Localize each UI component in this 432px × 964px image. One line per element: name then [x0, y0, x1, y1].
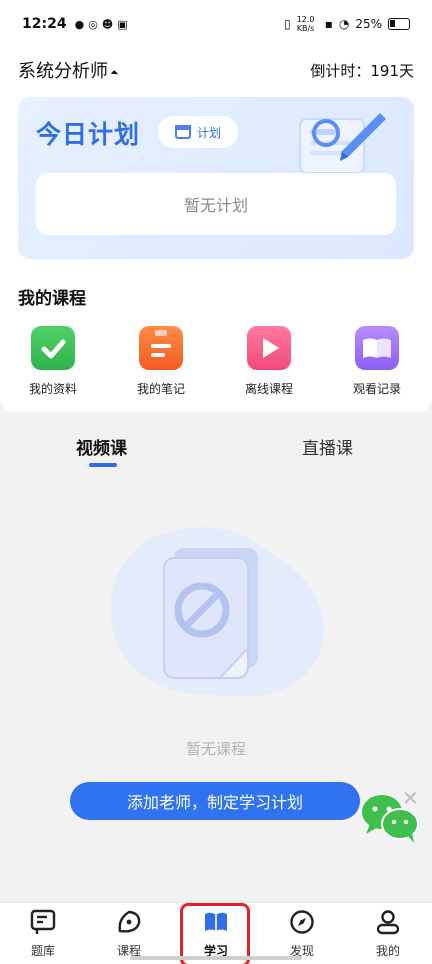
plan-illustration-icon — [299, 113, 386, 174]
bottom-nav: 题库 课程 学习 发现 我的 — [0, 902, 432, 964]
home-indicator — [130, 956, 302, 960]
header: 系统分析师 倒计时：191天 — [18, 56, 414, 84]
shortcut-label: 离线课程 — [244, 382, 293, 396]
nav-label: 题库 — [30, 944, 55, 958]
check-document-icon — [31, 326, 75, 370]
profile-icon — [376, 910, 400, 935]
calendar-icon — [174, 125, 191, 139]
shortcut-offline-courses[interactable]: 离线课程 — [224, 326, 314, 397]
nav-item-question-bank[interactable]: 题库 — [3, 909, 83, 959]
app-notification-icon: ● — [74, 17, 85, 31]
emoji-notification-icon: ☻ — [101, 17, 114, 31]
shortcut-label: 观看记录 — [352, 382, 401, 396]
tab-live-courses[interactable]: 直播课 — [302, 434, 353, 459]
active-tab-highlight — [180, 903, 250, 964]
empty-courses-text: 暂无课程 — [185, 740, 246, 758]
plan-button-label: 计划 — [196, 125, 221, 140]
today-plan-card: 今日计划 计划 暂无计划 — [18, 97, 414, 259]
nav-item-discover[interactable]: 发现 — [262, 909, 342, 959]
video-play-icon — [247, 326, 299, 370]
my-courses-shortcuts: 我的资料 我的笔记 离线课程 观看记录 — [0, 326, 432, 406]
add-teacher-button[interactable]: 添加老师，制定学习计划 — [70, 782, 360, 820]
wifi-icon: ◔ — [338, 17, 350, 31]
caret-down-icon[interactable] — [110, 70, 119, 78]
status-bar: 12:24 ● ◎ ☻ ▣ ▯ 12.0 KB/s ▪ ◔ 25% — [0, 0, 432, 48]
battery-percent: 25% — [355, 17, 382, 31]
open-book-icon — [355, 326, 399, 370]
battery-icon — [388, 18, 410, 30]
nav-label: 我的 — [375, 944, 400, 958]
shortcut-label: 我的笔记 — [136, 382, 185, 396]
vibrate-icon: ▯ — [284, 17, 291, 31]
course-tabs: 视频课 直播课 — [0, 428, 432, 476]
plan-button[interactable]: 计划 — [158, 116, 238, 148]
my-courses-title: 我的课程 — [18, 289, 86, 309]
close-icon[interactable]: ✕ — [402, 788, 419, 808]
nav-item-profile[interactable]: 我的 — [348, 909, 428, 959]
status-time: 12:24 — [22, 16, 67, 32]
message-notification-icon: ▣ — [117, 17, 128, 31]
plan-empty-state: 暂无计划 — [36, 173, 396, 235]
plan-title: 今日计划 — [36, 120, 141, 149]
compass-icon — [290, 910, 314, 934]
empty-document-illustration-icon — [110, 527, 324, 697]
subject-selector[interactable]: 系统分析师 — [18, 57, 108, 83]
shortcut-label: 我的资料 — [28, 382, 77, 396]
exam-countdown: 倒计时：191天 — [310, 61, 414, 80]
nav-item-courses[interactable]: 课程 — [89, 909, 169, 959]
shortcut-my-notes[interactable]: 我的笔记 — [116, 326, 206, 397]
shortcut-my-materials[interactable]: 我的资料 — [8, 326, 98, 397]
course-icon — [118, 910, 141, 933]
shortcut-watch-history[interactable]: 观看记录 — [332, 326, 422, 397]
tab-video-courses[interactable]: 视频课 — [76, 434, 127, 459]
notes-icon — [139, 326, 183, 370]
active-tab-indicator — [89, 463, 117, 467]
question-bank-icon — [30, 909, 56, 934]
link-notification-icon: ◎ — [88, 17, 98, 31]
network-speed: 12.0 KB/s — [296, 15, 315, 33]
nfc-icon: ▪ — [324, 17, 333, 31]
